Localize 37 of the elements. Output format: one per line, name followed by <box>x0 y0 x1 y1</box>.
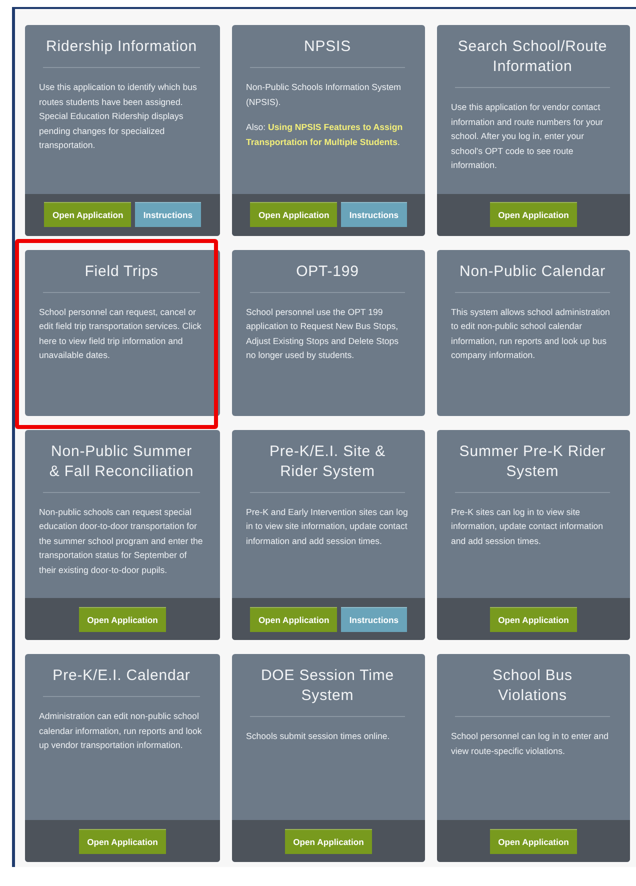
card-title: NPSIS <box>250 37 405 68</box>
open-application-button[interactable]: Open Application <box>79 828 166 854</box>
card-description: Non-public schools can request special education door-to-door transportation for the summer school program and enter the transportation status for September of their existing door-to-door pupils. <box>39 506 204 577</box>
card-title: Search School/Route Information <box>455 37 610 88</box>
card-description: School personnel can request, cancel or edit field trip transportation services. Click here to view field trip information and unavailable dates. <box>39 306 202 362</box>
open-application-button[interactable]: Open Application <box>490 202 577 227</box>
card-title: Ridership Information <box>43 37 200 68</box>
card-title: Field Trips <box>43 262 200 292</box>
open-application-button[interactable]: Open Application <box>490 828 577 854</box>
card-description: Also: Using NPSIS Features to Assign Transportation for Multiple Students. <box>246 121 404 149</box>
open-application-button[interactable]: Open Application <box>79 606 166 632</box>
card-title: Summer Pre-K Rider System <box>455 442 610 492</box>
instructions-button[interactable]: Instructions <box>135 202 200 227</box>
open-application-button[interactable]: Open Application <box>250 202 338 227</box>
card-description: Use this application to identify which bus routes students have been assigned. Special Education Ridership displays pending changes for specialized transportation. <box>39 81 198 152</box>
card-title: OPT-199 <box>250 262 405 292</box>
card-title: DOE Session Time System <box>250 666 405 717</box>
card-description: School personnel can log in to enter and view route-specific violations. <box>451 730 610 758</box>
instructions-button[interactable]: Instructions <box>341 606 406 632</box>
card-title: Pre-K/E.I. Site & Rider System <box>250 442 405 492</box>
open-application-button[interactable]: Open Application <box>250 606 338 632</box>
card-description: Non-Public Schools Information System (NPSIS). <box>246 81 402 109</box>
card-description: School personnel use the OPT 199 application to Request New Bus Stops, Adjust Existing Stops and Delete Stops no longer used by students. <box>246 306 400 362</box>
card-description: Pre-K and Early Intervention sites can log in to view site information, update contact information and add session times. <box>246 506 409 548</box>
card-description: Administration can edit non-public school calendar information, run reports and look up vendor transportation information. <box>39 710 203 752</box>
card-title: Non-Public Calendar <box>455 262 610 292</box>
instructions-button[interactable]: Instructions <box>341 202 406 227</box>
card-description: Use this application for vendor contact information and route numbers for your school. After you log in, enter your school's OPT code to see route information. <box>451 101 604 172</box>
card-title: School Bus Violations <box>455 666 610 717</box>
card-title: Non-Public Summer & Fall Reconciliation <box>43 442 200 492</box>
card-description: Pre-K sites can log in to view site information, update contact information and add session times. <box>451 506 604 548</box>
open-application-button[interactable]: Open Application <box>285 828 372 854</box>
card-description: Schools submit session times online. <box>246 730 391 743</box>
card-description: This system allows school administration to edit non-public school calendar information, run reports and look up bus company information. <box>451 306 611 362</box>
card-title: Pre-K/E.I. Calendar <box>43 666 200 697</box>
open-application-button[interactable]: Open Application <box>44 202 132 227</box>
open-application-button[interactable]: Open Application <box>490 606 577 632</box>
